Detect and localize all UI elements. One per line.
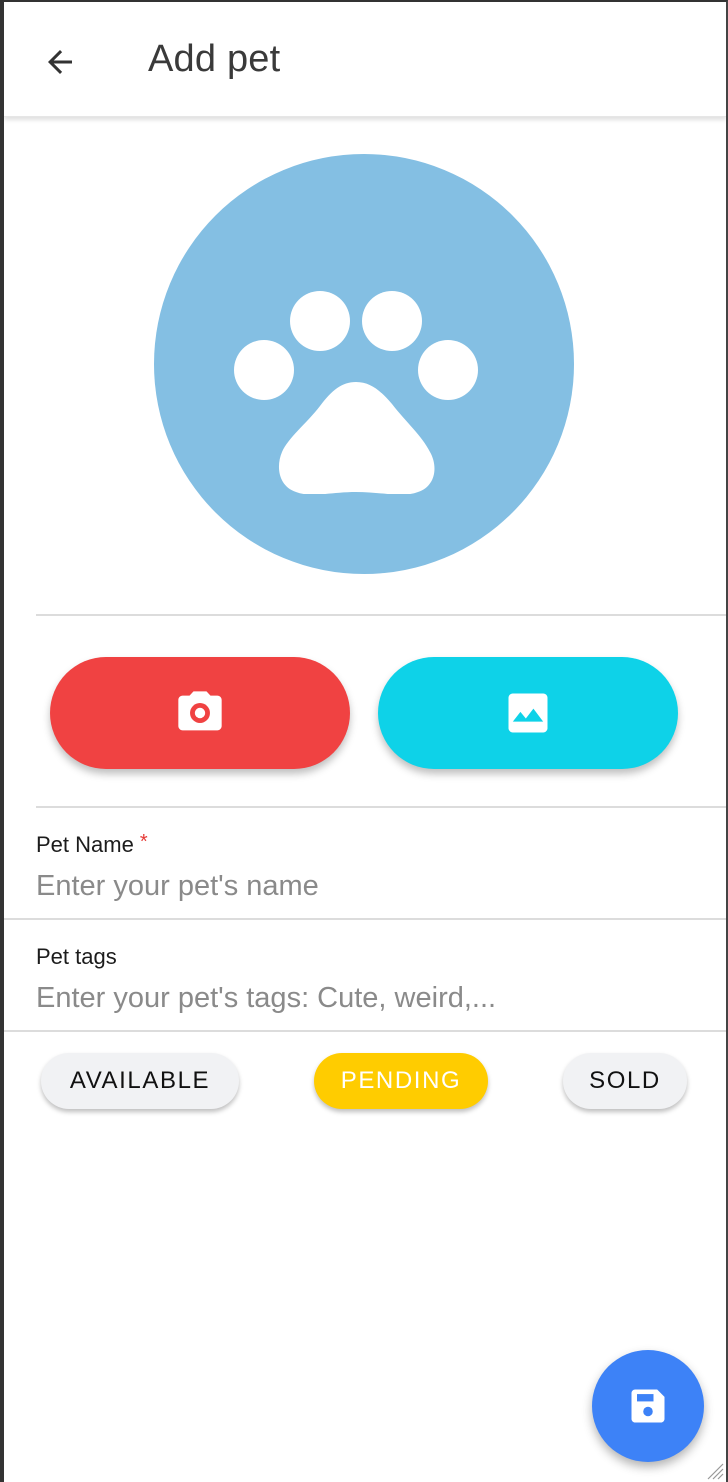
gallery-button[interactable] — [378, 657, 678, 769]
app-window: Add pet Pet Name* Pet tags — [0, 0, 728, 1482]
required-marker: * — [139, 831, 148, 853]
pet-name-label-text: Pet Name — [36, 832, 134, 857]
resize-handle-icon[interactable] — [702, 1458, 724, 1480]
image-icon — [508, 693, 548, 733]
status-chip-pending[interactable]: PENDING — [314, 1053, 488, 1109]
pet-avatar[interactable] — [154, 154, 574, 574]
status-chip-sold[interactable]: SOLD — [563, 1053, 687, 1109]
paw-icon — [234, 291, 478, 494]
camera-button[interactable] — [50, 657, 350, 769]
divider — [4, 1030, 726, 1032]
pet-tags-label: Pet tags — [36, 944, 117, 969]
save-button[interactable] — [592, 1350, 704, 1462]
back-button[interactable] — [34, 36, 86, 88]
status-chip-available[interactable]: AVAILABLE — [41, 1053, 239, 1109]
pet-name-field: Pet Name * — [4, 808, 726, 920]
pet-tags-field: Pet tags — [4, 920, 726, 1032]
divider — [36, 614, 726, 616]
camera-icon — [178, 691, 222, 731]
pet-name-label: Pet Name * — [36, 831, 148, 858]
app-bar: Add pet — [4, 2, 726, 117]
pet-name-input[interactable] — [36, 866, 676, 906]
page-title: Add pet — [148, 38, 281, 80]
save-icon — [631, 1389, 665, 1423]
arrow-back-icon — [48, 50, 72, 74]
pet-tags-input[interactable] — [36, 978, 676, 1018]
